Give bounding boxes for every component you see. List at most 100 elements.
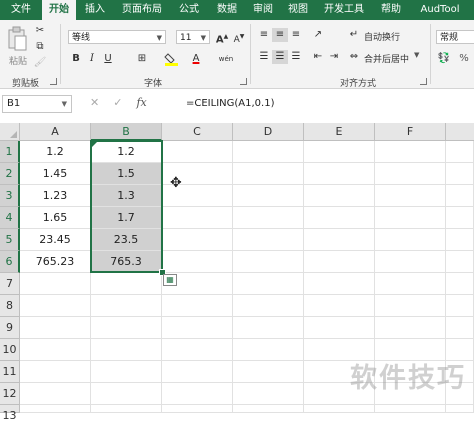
column-header-f[interactable]: F	[375, 123, 446, 141]
cell-g10[interactable]	[446, 339, 474, 361]
decrease-indent-icon[interactable]: ⇤	[310, 50, 326, 64]
cell-c5[interactable]	[162, 229, 233, 251]
cell-e4[interactable]	[304, 207, 375, 229]
cell-g5[interactable]	[446, 229, 474, 251]
currency-icon[interactable]: 💱	[436, 52, 452, 66]
italic-icon[interactable]: I	[84, 52, 100, 66]
underline-icon[interactable]: U	[100, 52, 116, 66]
cell-b4[interactable]: 1.7	[91, 207, 162, 229]
tab-help[interactable]: 帮助	[372, 0, 410, 20]
cell-b8[interactable]	[91, 295, 162, 317]
percent-icon[interactable]: %	[456, 52, 472, 66]
row-header[interactable]: 8	[0, 295, 20, 317]
cell-c11[interactable]	[162, 361, 233, 383]
row-header[interactable]: 2	[0, 163, 20, 185]
name-box[interactable]: B1 ▼	[2, 95, 72, 113]
merge-center-label[interactable]: 合并后居中	[364, 52, 409, 65]
row-header[interactable]: 1	[0, 141, 20, 163]
cell-e3[interactable]	[304, 185, 375, 207]
cancel-icon[interactable]: ✕	[90, 96, 113, 109]
cell-f2[interactable]	[375, 163, 446, 185]
increase-font-icon[interactable]: A▲	[214, 30, 230, 45]
cell-g13[interactable]	[446, 405, 474, 413]
fill-color-icon[interactable]	[164, 52, 180, 66]
tab-file[interactable]: 文件	[0, 0, 42, 20]
cell-d1[interactable]	[233, 141, 304, 163]
cell-f10[interactable]	[375, 339, 446, 361]
cell-g3[interactable]	[446, 185, 474, 207]
cell-g2[interactable]	[446, 163, 474, 185]
column-header-a[interactable]: A	[20, 123, 91, 141]
row-header[interactable]: 7	[0, 273, 20, 295]
column-header-g[interactable]	[446, 123, 474, 141]
cell-b6[interactable]: 765.3	[91, 251, 162, 273]
row-header[interactable]: 13	[0, 405, 20, 422]
paste-button[interactable]	[6, 26, 28, 52]
row-header[interactable]: 4	[0, 207, 20, 229]
merge-center-icon[interactable]: ⇔	[346, 50, 362, 64]
quick-analysis-button[interactable]: ▦	[163, 274, 177, 286]
cell-e1[interactable]	[304, 141, 375, 163]
cell-c4[interactable]	[162, 207, 233, 229]
cell-e5[interactable]	[304, 229, 375, 251]
cell-d11[interactable]	[233, 361, 304, 383]
cut-icon[interactable]: ✂	[32, 24, 48, 38]
cell-d3[interactable]	[233, 185, 304, 207]
cell-a13[interactable]	[20, 405, 91, 413]
cell-g1[interactable]	[446, 141, 474, 163]
wrap-text-icon[interactable]: ↵	[346, 28, 362, 42]
cell-f4[interactable]	[375, 207, 446, 229]
chevron-down-icon[interactable]: ▼	[414, 51, 419, 59]
cell-c12[interactable]	[162, 383, 233, 405]
format-painter-icon[interactable]: 🖌	[32, 56, 48, 70]
orientation-icon[interactable]: ↗	[310, 28, 326, 42]
cell-a9[interactable]	[20, 317, 91, 339]
cell-f7[interactable]	[375, 273, 446, 295]
cell-d5[interactable]	[233, 229, 304, 251]
cell-e9[interactable]	[304, 317, 375, 339]
cell-a6[interactable]: 765.23	[20, 251, 91, 273]
font-name-combo[interactable]: 等线 ▼	[68, 30, 166, 44]
cell-d8[interactable]	[233, 295, 304, 317]
decrease-font-icon[interactable]: A▼	[231, 30, 247, 45]
font-size-combo[interactable]: 11 ▼	[176, 30, 210, 44]
row-header[interactable]: 6	[0, 251, 20, 273]
cell-c8[interactable]	[162, 295, 233, 317]
cell-d13[interactable]	[233, 405, 304, 413]
tab-home[interactable]: 开始	[42, 0, 76, 20]
increase-indent-icon[interactable]: ⇥	[326, 50, 342, 64]
cell-e2[interactable]	[304, 163, 375, 185]
fx-insert-function-button[interactable]: fx	[136, 96, 146, 109]
cell-g11[interactable]	[446, 361, 474, 383]
cell-a5[interactable]: 23.45	[20, 229, 91, 251]
tab-formulas[interactable]: 公式	[170, 0, 208, 20]
border-icon[interactable]: ⊞	[134, 52, 150, 66]
cell-f5[interactable]	[375, 229, 446, 251]
cell-g7[interactable]	[446, 273, 474, 295]
align-top-icon[interactable]: ≡	[256, 28, 272, 42]
cell-c10[interactable]	[162, 339, 233, 361]
row-header[interactable]: 12	[0, 383, 20, 405]
tab-page-layout[interactable]: 页面布局	[114, 0, 170, 20]
column-header-b[interactable]: B	[91, 123, 162, 141]
enter-icon[interactable]: ✓	[113, 96, 136, 109]
align-right-icon[interactable]: ☰	[288, 50, 304, 64]
cell-a8[interactable]	[20, 295, 91, 317]
cell-f12[interactable]	[375, 383, 446, 405]
tab-view[interactable]: 视图	[280, 0, 316, 20]
cell-b1[interactable]: 1.2	[91, 141, 162, 163]
formula-input[interactable]: =CEILING(A1,0.1)	[182, 95, 472, 113]
cell-a1[interactable]: 1.2	[20, 141, 91, 163]
tab-developer[interactable]: 开发工具	[316, 0, 372, 20]
bold-icon[interactable]: B	[68, 52, 84, 66]
cell-a7[interactable]	[20, 273, 91, 295]
column-header-d[interactable]: D	[233, 123, 304, 141]
cell-e8[interactable]	[304, 295, 375, 317]
align-center-icon[interactable]: ☰	[272, 50, 288, 64]
cell-f3[interactable]	[375, 185, 446, 207]
cell-a4[interactable]: 1.65	[20, 207, 91, 229]
align-middle-icon[interactable]: ≡	[272, 28, 288, 42]
cell-d10[interactable]	[233, 339, 304, 361]
phonetic-icon[interactable]: wén	[218, 52, 234, 66]
column-header-c[interactable]: C	[162, 123, 233, 141]
